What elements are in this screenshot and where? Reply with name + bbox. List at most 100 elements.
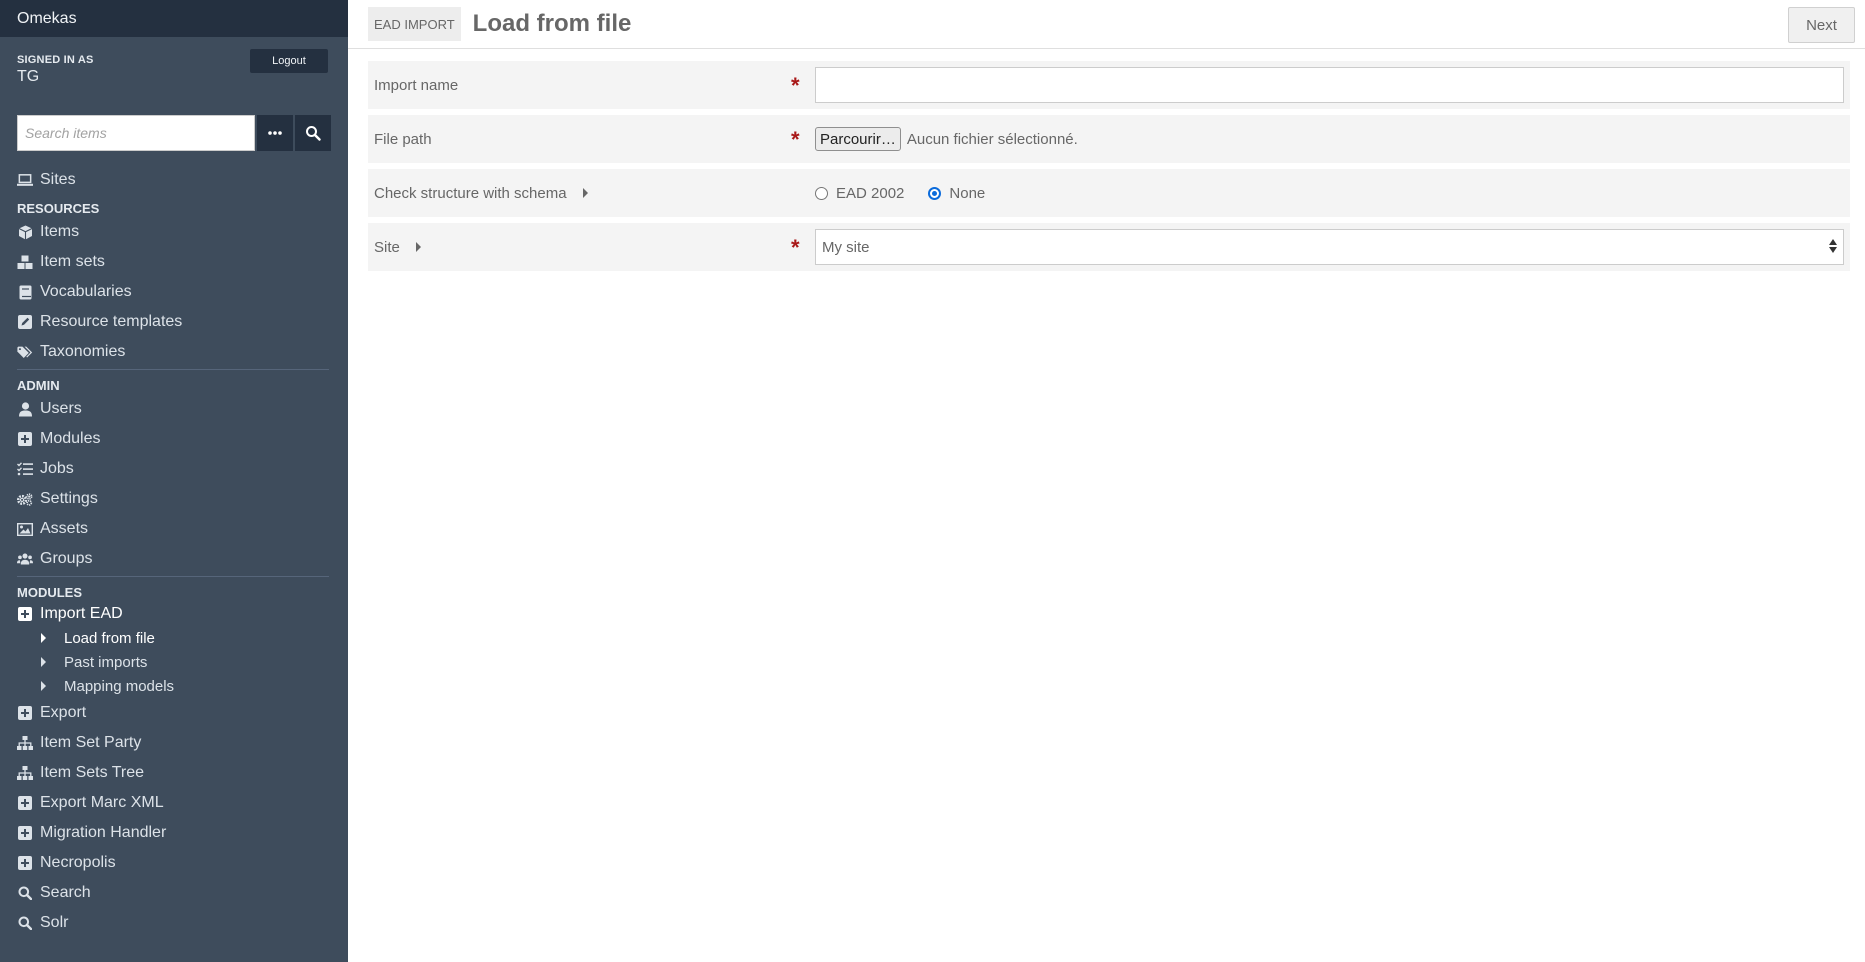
cogs-icon (17, 491, 33, 507)
nav-item-set-party[interactable]: Item Set Party (17, 728, 348, 758)
import-name-control (815, 67, 1844, 103)
nav-export-label: Export (40, 704, 87, 721)
sitemap-icon (17, 735, 33, 751)
site-label[interactable]: Site (374, 239, 421, 256)
tags-icon (17, 344, 33, 360)
nav-settings[interactable]: Settings (17, 484, 348, 514)
plus-square-icon (17, 795, 33, 811)
nav-search-label: Search (40, 884, 91, 901)
schema-options: EAD 2002 None (815, 185, 1009, 202)
nav-divider (17, 369, 329, 370)
field-site: Site * My site (368, 223, 1850, 271)
caret-right-icon (41, 681, 46, 691)
radio-ead-2002-label[interactable]: EAD 2002 (836, 185, 904, 202)
advanced-search-button[interactable] (257, 115, 294, 151)
user-block: SIGNED IN AS TG Logout (0, 37, 348, 112)
subnav-past-imports[interactable]: Past imports (17, 650, 348, 674)
radio-none-label[interactable]: None (949, 185, 985, 202)
caret-right-icon[interactable] (415, 242, 421, 252)
nav-solr[interactable]: Solr (17, 908, 348, 938)
nav-migration-handler[interactable]: Migration Handler (17, 818, 348, 848)
nav-vocabularies-label: Vocabularies (40, 283, 132, 300)
section-badge: EAD IMPORT (368, 7, 461, 41)
nav-users-label: Users (40, 400, 82, 417)
caret-right-icon (41, 657, 46, 667)
site-control: My site (815, 229, 1844, 265)
nav-sites[interactable]: Sites (17, 165, 348, 195)
nav-import-ead[interactable]: Import EAD (17, 601, 348, 626)
nav-sites-label: Sites (40, 171, 76, 188)
cubes-icon (17, 254, 33, 270)
import-name-input[interactable] (815, 67, 1844, 103)
page-title: Load from file (472, 10, 632, 37)
required-asterisk-icon: * (791, 73, 800, 98)
plus-square-icon (17, 855, 33, 871)
subnav-past-imports-label: Past imports (64, 653, 148, 671)
nav-jobs[interactable]: Jobs (17, 454, 348, 484)
site-select-value: My site (822, 238, 870, 256)
book-icon (17, 284, 33, 300)
nav-taxonomies[interactable]: Taxonomies (17, 337, 348, 367)
nav-item-sets-label: Item sets (40, 253, 105, 270)
brand-logo[interactable]: Omekas (0, 0, 348, 37)
nav-vocabularies[interactable]: Vocabularies (17, 277, 348, 307)
radio-ead-2002[interactable] (815, 186, 828, 200)
main-content: EAD IMPORT Load from file Next Import na… (348, 0, 1865, 962)
nav-groups-label: Groups (40, 550, 93, 567)
nav-migration-handler-label: Migration Handler (40, 824, 167, 841)
nav-item-sets[interactable]: Item sets (17, 247, 348, 277)
nav: Sites (0, 165, 348, 195)
browse-file-button[interactable]: Parcourir… (815, 127, 901, 151)
search-icon (17, 885, 33, 901)
nav-modules[interactable]: Modules (17, 424, 348, 454)
next-button[interactable]: Next (1788, 7, 1855, 43)
laptop-icon (17, 172, 33, 188)
select-arrows-icon (1829, 239, 1837, 253)
nav-import-ead-label: Import EAD (40, 604, 123, 622)
nav-resource-templates[interactable]: Resource templates (17, 307, 348, 337)
subnav-load-from-file-label: Load from file (64, 629, 155, 647)
nav-export-marc-xml-label: Export Marc XML (40, 794, 164, 811)
file-path-label-text: File path (374, 130, 432, 148)
nav-items[interactable]: Items (17, 217, 348, 247)
required-asterisk-icon: * (791, 127, 800, 152)
magnifier-icon (306, 126, 321, 141)
subnav-load-from-file[interactable]: Load from file (17, 626, 348, 650)
nav-assets[interactable]: Assets (17, 514, 348, 544)
resources-section: RESOURCES Items Item sets Vocabularies R… (0, 199, 348, 367)
nav-items-label: Items (40, 223, 80, 240)
nav-export[interactable]: Export (17, 698, 348, 728)
nav-users[interactable]: Users (17, 394, 348, 424)
search-input[interactable] (17, 115, 256, 151)
plus-square-icon (17, 825, 33, 841)
field-file-path: File path * Parcourir… Aucun fichier sél… (368, 115, 1850, 163)
plus-square-icon (17, 431, 33, 447)
site-select[interactable]: My site (815, 229, 1844, 265)
search-form (17, 115, 331, 151)
cube-icon (17, 224, 33, 240)
modules-section: MODULES Import EAD Load from file Past i… (0, 583, 348, 938)
nav-necropolis[interactable]: Necropolis (17, 848, 348, 878)
field-import-name: Import name * (368, 61, 1850, 109)
search-submit-button[interactable] (295, 115, 331, 151)
plus-square-icon (17, 705, 33, 721)
radio-none[interactable] (928, 186, 942, 200)
nav-solr-label: Solr (40, 914, 69, 931)
file-path-control: Parcourir… Aucun fichier sélectionné. (815, 127, 1844, 151)
nav-settings-label: Settings (40, 490, 98, 507)
subnav-mapping-models-label: Mapping models (64, 677, 175, 695)
check-schema-label[interactable]: Check structure with schema (374, 185, 588, 202)
nav-search[interactable]: Search (17, 878, 348, 908)
nav-resource-templates-label: Resource templates (40, 313, 183, 330)
nav-divider (17, 576, 329, 577)
subnav-mapping-models[interactable]: Mapping models (17, 674, 348, 698)
nav-jobs-label: Jobs (40, 460, 74, 477)
field-check-schema: Check structure with schema EAD 2002 Non… (368, 169, 1850, 217)
page-header: EAD IMPORT Load from file Next (348, 0, 1865, 49)
nav-export-marc-xml[interactable]: Export Marc XML (17, 788, 348, 818)
caret-right-icon[interactable] (582, 188, 588, 198)
nav-groups[interactable]: Groups (17, 544, 348, 574)
logout-button[interactable]: Logout (250, 49, 328, 73)
nav-item-sets-tree[interactable]: Item Sets Tree (17, 758, 348, 788)
nav-item-sets-tree-label: Item Sets Tree (40, 764, 145, 781)
